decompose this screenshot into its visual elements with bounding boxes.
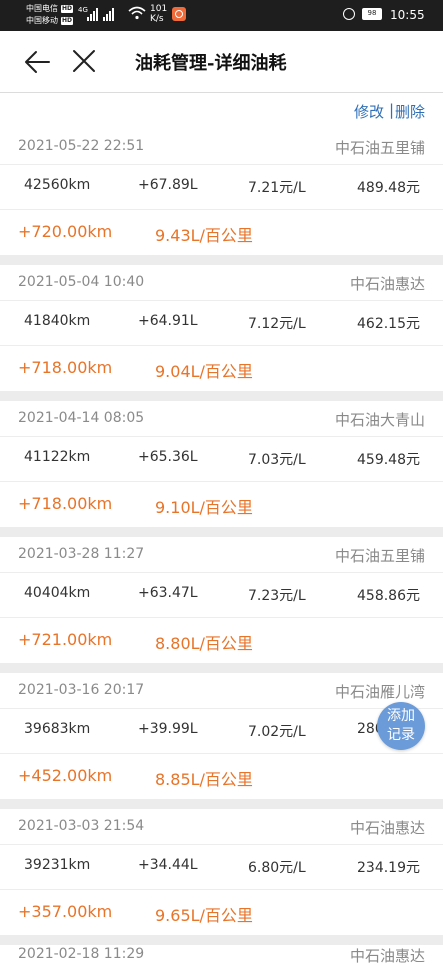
hd-badge: HD [61, 5, 74, 13]
record-header: 2021-03-03 21:54 中石油惠达 [0, 809, 443, 844]
record-price: 7.23元/L [248, 588, 306, 604]
record-station: 中石油五里铺 [334, 139, 425, 157]
page-title: 油耗管理-详细油耗 [135, 53, 287, 74]
alarm-icon [343, 8, 355, 20]
back-arrow-icon[interactable] [22, 48, 52, 76]
record-fuel: +67.89L [138, 177, 198, 193]
add-record-label-2: 记录 [387, 727, 415, 743]
record-price: 7.02元/L [248, 724, 306, 740]
record-header: 2021-05-04 10:40 中石油惠达 [0, 265, 443, 300]
record-date: 2021-03-28 11:27 [18, 546, 145, 562]
record-fuel: +34.44L [138, 857, 198, 873]
record-details: 41840km +64.91L 7.12元/L 462.15元 [0, 300, 443, 346]
record-consumption: 9.10L/百公里 [155, 498, 253, 517]
record-header: 2021-05-22 22:51 中石油五里铺 [0, 129, 443, 164]
record-station: 中石油大青山 [334, 411, 425, 429]
record-date: 2021-03-16 20:17 [18, 682, 145, 698]
record-summary: +721.00km 8.80L/百公里 [0, 618, 443, 663]
record-summary: +718.00km 9.10L/百公里 [0, 482, 443, 527]
record-cost: 234.19元 [357, 860, 420, 876]
record-details: 41122km +65.36L 7.03元/L 459.48元 [0, 436, 443, 482]
record-distance: +452.00km [18, 766, 113, 785]
app-notification-icon [172, 7, 186, 21]
record-consumption: 9.65L/百公里 [155, 906, 253, 925]
status-bar: 中国电信 HD 中国移动 HD 4G 101 K/s 98 10:55 [0, 0, 443, 31]
signal-icon [87, 7, 114, 21]
record-summary: +357.00km 9.65L/百公里 [0, 890, 443, 935]
record-odometer: 39231km [24, 857, 91, 873]
record-distance: +718.00km [18, 358, 113, 377]
record-station: 中石油五里铺 [334, 547, 425, 565]
list-item[interactable]: 2021-04-14 08:05 中石油大青山 41122km +65.36L … [0, 401, 443, 527]
record-consumption: 9.43L/百公里 [155, 226, 253, 245]
record-date: 2021-04-14 08:05 [18, 410, 145, 426]
record-date: 2021-05-22 22:51 [18, 138, 145, 154]
list-item[interactable]: 2021-05-22 22:51 中石油五里铺 42560km +67.89L … [0, 129, 443, 255]
carrier-info: 中国电信 HD 中国移动 HD [26, 3, 74, 27]
record-odometer: 42560km [24, 177, 91, 193]
record-consumption: 9.04L/百公里 [155, 362, 253, 381]
record-header: 2021-04-14 08:05 中石油大青山 [0, 401, 443, 436]
edit-button[interactable]: 修改 [354, 101, 384, 122]
record-details: 40404km +63.47L 7.23元/L 458.86元 [0, 572, 443, 618]
record-odometer: 40404km [24, 585, 91, 601]
record-price: 7.21元/L [248, 180, 306, 196]
clock: 10:55 [390, 8, 425, 22]
add-record-button[interactable]: 添加 记录 [377, 702, 425, 750]
record-details: 42560km +67.89L 7.21元/L 489.48元 [0, 164, 443, 210]
record-odometer: 41122km [24, 449, 91, 465]
delete-button[interactable]: 删除 [395, 101, 425, 122]
record-consumption: 8.85L/百公里 [155, 770, 253, 789]
record-price: 6.80元/L [248, 860, 306, 876]
record-distance: +720.00km [18, 222, 113, 241]
record-station: 中石油惠达 [349, 819, 425, 837]
actions-separator: | [389, 101, 395, 119]
record-date: 2021-05-04 10:40 [18, 274, 145, 290]
record-cost: 459.48元 [357, 452, 420, 468]
hd-badge: HD [61, 17, 74, 25]
record-cost: 489.48元 [357, 180, 420, 196]
record-summary: +452.00km 8.85L/百公里 [0, 754, 443, 799]
record-details: 39231km +34.44L 6.80元/L 234.19元 [0, 844, 443, 890]
record-odometer: 39683km [24, 721, 91, 737]
header: 油耗管理-详细油耗 [0, 31, 443, 93]
record-fuel: +64.91L [138, 313, 198, 329]
net-speed-value: 101 [150, 4, 168, 14]
record-station: 中石油雁儿湾 [334, 683, 425, 701]
record-fuel: +65.36L [138, 449, 198, 465]
record-header: 2021-03-16 20:17 中石油雁儿湾 [0, 673, 443, 708]
record-consumption: 8.80L/百公里 [155, 634, 253, 653]
record-fuel: +39.99L [138, 721, 198, 737]
battery-icon: 98 [362, 8, 382, 20]
record-distance: +718.00km [18, 494, 113, 513]
list-item[interactable]: 2021-03-28 11:27 中石油五里铺 40404km +63.47L … [0, 537, 443, 663]
net-speed-unit: K/s [150, 14, 164, 24]
add-record-label-1: 添加 [387, 708, 415, 724]
wifi-icon [128, 6, 146, 20]
list-item[interactable]: 2021-03-03 21:54 中石油惠达 39231km +34.44L 6… [0, 809, 443, 935]
carrier-2: 中国移动 [26, 16, 58, 25]
record-header: 2021-03-28 11:27 中石油五里铺 [0, 537, 443, 572]
carrier-1: 中国电信 [26, 4, 58, 13]
record-price: 7.12元/L [248, 316, 306, 332]
close-icon[interactable] [70, 47, 98, 75]
actions-bar: 修改 | 删除 [0, 93, 443, 129]
record-cost: 462.15元 [357, 316, 420, 332]
record-summary: +718.00km 9.04L/百公里 [0, 346, 443, 391]
record-distance: +357.00km [18, 902, 113, 921]
list-item-partial[interactable]: 2021-02-18 11:29 中石油惠达 [0, 945, 443, 965]
record-fuel: +63.47L [138, 585, 198, 601]
record-summary: +720.00km 9.43L/百公里 [0, 210, 443, 255]
record-station: 中石油惠达 [349, 947, 425, 965]
record-date: 2021-03-03 21:54 [18, 818, 145, 834]
record-station: 中石油惠达 [349, 275, 425, 293]
record-list: 修改 | 删除 2021-05-22 22:51 中石油五里铺 42560km … [0, 93, 443, 965]
record-cost: 458.86元 [357, 588, 420, 604]
record-distance: +721.00km [18, 630, 113, 649]
record-price: 7.03元/L [248, 452, 306, 468]
list-item[interactable]: 2021-05-04 10:40 中石油惠达 41840km +64.91L 7… [0, 265, 443, 391]
list-item[interactable]: 2021-03-16 20:17 中石油雁儿湾 39683km +39.99L … [0, 673, 443, 799]
net-speed: 101 K/s [150, 4, 167, 24]
record-odometer: 41840km [24, 313, 91, 329]
